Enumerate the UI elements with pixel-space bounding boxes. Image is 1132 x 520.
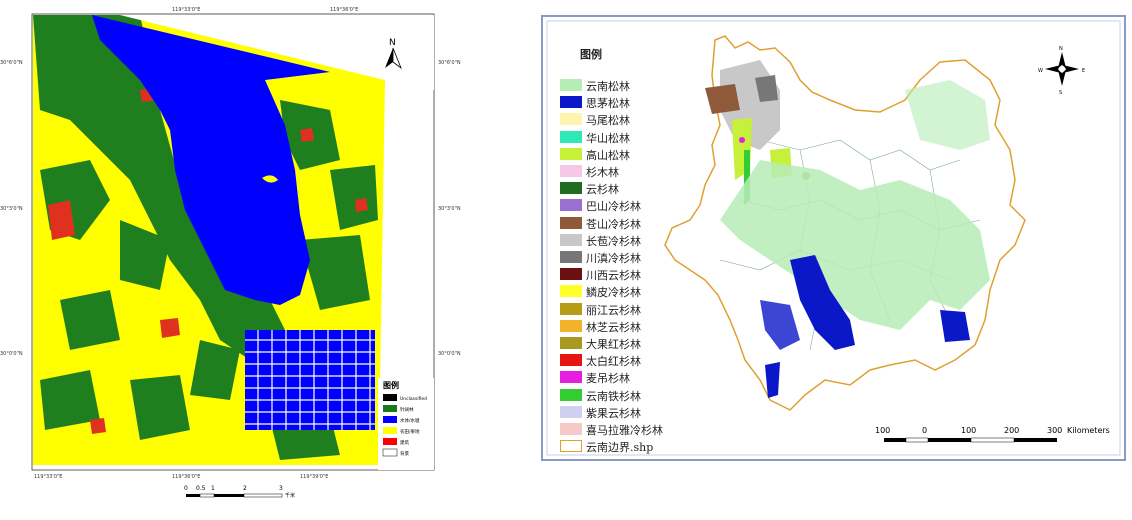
legend-swatch bbox=[560, 130, 582, 143]
lat-label-left-2: 30°3'0"N bbox=[0, 206, 23, 212]
compass-s: S bbox=[1059, 90, 1062, 96]
legend-label: 云南松林 bbox=[586, 80, 630, 93]
legend-swatch bbox=[560, 199, 582, 212]
scale-unit: 千米 bbox=[285, 492, 295, 499]
north-label: N bbox=[389, 38, 396, 48]
legend-swatch bbox=[560, 113, 582, 126]
land-cover-map: N 30°6'0"N 30°3'0"N 30°0'0"N 30°6'0"N 30… bbox=[0, 7, 461, 499]
scale-tick-0: 0 bbox=[184, 485, 188, 492]
legend-swatch bbox=[560, 285, 582, 298]
left-legend-label-1: Unclassified bbox=[400, 396, 427, 402]
legend-swatch bbox=[560, 354, 582, 367]
left-legend-label-5: 建筑 bbox=[400, 439, 409, 446]
legend-label: 巴山冷杉林 bbox=[586, 200, 641, 214]
legend-label: 杉木林 bbox=[586, 166, 619, 179]
right-scale-tick-0: 100 bbox=[875, 426, 890, 435]
legend-swatch bbox=[560, 182, 582, 195]
legend-swatch bbox=[560, 405, 582, 418]
legend-label: 马尾松林 bbox=[586, 114, 630, 128]
legend-swatch bbox=[560, 319, 582, 332]
right-scale-tick-1: 0 bbox=[922, 426, 927, 435]
lat-label-left-3: 30°0'0"N bbox=[0, 351, 23, 357]
legend-label: 鳞皮冷杉林 bbox=[586, 286, 641, 300]
lon-label-top-2: 119°36'0"E bbox=[330, 7, 358, 13]
compass-n: N bbox=[1059, 46, 1063, 52]
legend-swatch bbox=[560, 79, 582, 91]
legend-swatch bbox=[560, 165, 582, 177]
lon-label-top-1: 119°33'0"E bbox=[172, 7, 200, 13]
legend-swatch bbox=[560, 423, 582, 435]
legend-swatch bbox=[560, 251, 582, 263]
legend-label: 云南铁杉林 bbox=[586, 389, 641, 403]
legend-swatch bbox=[560, 440, 582, 453]
left-legend-label-3: 水体/水塘 bbox=[400, 417, 420, 424]
legend-label: 云杉林 bbox=[586, 183, 619, 197]
legend-swatch bbox=[560, 268, 582, 281]
compass-e: E bbox=[1082, 68, 1085, 74]
legend-label: 云南边界.shp bbox=[586, 441, 654, 455]
legend-label: 喜马拉雅冷杉林 bbox=[586, 424, 663, 437]
right-scale-tick-3: 200 bbox=[1004, 426, 1019, 435]
legend-label: 丽江云杉林 bbox=[586, 303, 641, 317]
legend-swatch bbox=[560, 216, 582, 229]
legend-swatch bbox=[560, 337, 582, 349]
legend-label: 林芝云杉林 bbox=[586, 320, 641, 334]
right-scale-unit: Kilometers bbox=[1067, 426, 1110, 435]
legend-swatch bbox=[560, 233, 582, 246]
legend-label: 大果红杉林 bbox=[586, 338, 641, 351]
lat-label-right-3: 30°0'0"N bbox=[438, 351, 461, 357]
legend-swatch bbox=[560, 371, 582, 384]
legend-label: 高山松林 bbox=[586, 148, 630, 162]
legend-label: 川西云杉林 bbox=[586, 269, 641, 283]
lat-label-right-1: 30°6'0"N bbox=[438, 60, 461, 66]
legend-swatch bbox=[560, 302, 582, 315]
legend-label: 麦吊杉林 bbox=[586, 372, 630, 386]
scale-tick-4: 3 bbox=[279, 485, 283, 492]
legend-label: 华山松林 bbox=[586, 131, 630, 145]
legend-label: 思茅松林 bbox=[586, 97, 630, 111]
lon-label-bottom-1: 119°33'0"E bbox=[34, 474, 62, 480]
legend-label: 长苞冷杉林 bbox=[586, 234, 641, 248]
legend-label: 苍山冷杉林 bbox=[586, 217, 641, 231]
legend-label: 紫果云杉林 bbox=[586, 406, 641, 420]
left-legend-title: 图例 bbox=[383, 380, 399, 390]
legend-label: 川滇冷杉林 bbox=[586, 252, 641, 265]
right-scale-tick-2: 100 bbox=[961, 426, 976, 435]
town-grid bbox=[245, 330, 375, 430]
legend-swatch bbox=[560, 147, 582, 160]
legend-label: 太白红杉林 bbox=[586, 355, 641, 369]
left-scale-bar: 0 0.5 1 2 3 千米 bbox=[184, 485, 295, 499]
lat-label-right-2: 30°3'0"N bbox=[438, 206, 461, 212]
left-legend-label-4: 农田/果地 bbox=[400, 428, 420, 435]
legend-swatch bbox=[560, 96, 582, 109]
right-legend-title: 图例 bbox=[580, 48, 602, 61]
legend-swatch bbox=[560, 388, 582, 401]
compass-w: W bbox=[1038, 68, 1043, 74]
right-scale-tick-4: 300 bbox=[1047, 426, 1062, 435]
lat-label-left-1: 30°6'0"N bbox=[0, 60, 23, 66]
left-legend-label-2: 针阔林 bbox=[400, 406, 414, 413]
scale-tick-3: 2 bbox=[243, 485, 247, 492]
lon-label-bottom-3: 119°39'0"E bbox=[300, 474, 328, 480]
scale-tick-1: 0.5 bbox=[196, 485, 206, 492]
scale-tick-2: 1 bbox=[211, 485, 215, 492]
lon-label-bottom-2: 119°36'0"E bbox=[172, 474, 200, 480]
left-legend-label-6: 背景 bbox=[400, 450, 409, 457]
left-legend: 图例 Unclassified 针阔林 水体/水塘 农田/果地 建筑 背景 bbox=[378, 378, 434, 470]
